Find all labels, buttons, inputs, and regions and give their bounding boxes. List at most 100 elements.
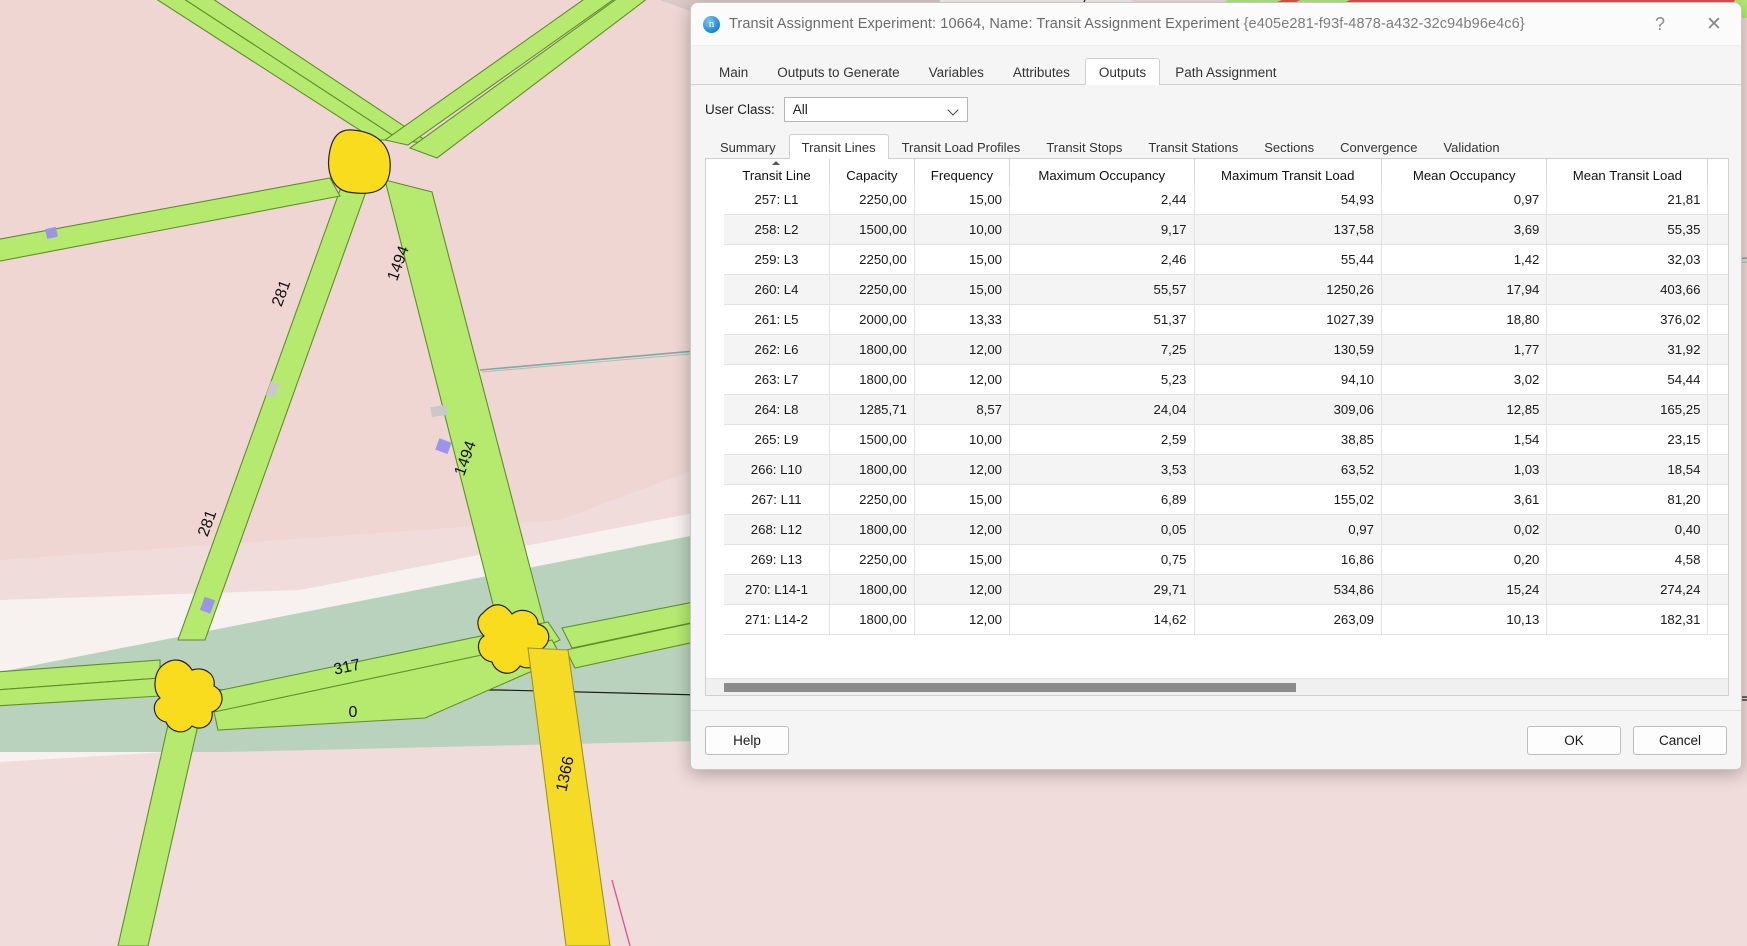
cell-maximum-transit-load: 38,85 bbox=[1194, 425, 1381, 455]
transit-lines-table-body: 257: L12250,0015,002,4454,930,9721,810,9… bbox=[724, 185, 1728, 635]
cell-capacity: 1800,00 bbox=[829, 455, 914, 485]
subtab-transit-stations[interactable]: Transit Stations bbox=[1135, 134, 1251, 159]
cell-maximum-transit-load: 130,59 bbox=[1194, 335, 1381, 365]
cell-frequency: 12,00 bbox=[914, 335, 1009, 365]
cell-capacity: 1500,00 bbox=[829, 425, 914, 455]
cell-maximum-occupancy: 55,57 bbox=[1010, 275, 1194, 305]
cell-mean-trip-distance: 1,17 bbox=[1708, 485, 1728, 515]
table-row[interactable]: 257: L12250,0015,002,4454,930,9721,810,9… bbox=[724, 185, 1728, 215]
table-row[interactable]: 265: L91500,0010,002,5938,851,5423,151,1… bbox=[724, 425, 1728, 455]
cell-mean-trip-distance: 0,97 bbox=[1708, 185, 1728, 215]
cell-frequency: 12,00 bbox=[914, 455, 1009, 485]
subtab-sections[interactable]: Sections bbox=[1251, 134, 1327, 159]
column-header-frequency[interactable]: Frequency bbox=[914, 159, 1009, 185]
subtab-transit-load-profiles[interactable]: Transit Load Profiles bbox=[889, 134, 1034, 159]
tab-path-assignment[interactable]: Path Assignment bbox=[1161, 58, 1290, 85]
cell-capacity: 2250,00 bbox=[829, 245, 914, 275]
cell-mean-occupancy: 18,80 bbox=[1381, 305, 1546, 335]
user-class-label: User Class: bbox=[705, 102, 775, 117]
table-row[interactable]: 258: L21500,0010,009,17137,583,6955,350,… bbox=[724, 215, 1728, 245]
cell-capacity: 1800,00 bbox=[829, 605, 914, 635]
cell-transit-line: 269: L13 bbox=[724, 545, 829, 575]
user-class-select[interactable]: All bbox=[784, 97, 968, 122]
cell-transit-line: 261: L5 bbox=[724, 305, 829, 335]
cell-mean-transit-load: 0,40 bbox=[1547, 515, 1708, 545]
cell-capacity: 2000,00 bbox=[829, 305, 914, 335]
table-row[interactable]: 260: L42250,0015,0055,571250,2617,94403,… bbox=[724, 275, 1728, 305]
cell-maximum-occupancy: 0,75 bbox=[1010, 545, 1194, 575]
subtab-validation[interactable]: Validation bbox=[1430, 134, 1512, 159]
tab-outputs-to-generate[interactable]: Outputs to Generate bbox=[763, 58, 913, 85]
column-header-mean-trip-distance[interactable]: Mean Trip Distance bbox=[1708, 159, 1728, 185]
transit-lines-table-container: Transit Line Capacity Frequency Maximum … bbox=[705, 159, 1729, 696]
table-row[interactable]: 262: L61800,0012,007,25130,591,7731,921,… bbox=[724, 335, 1728, 365]
tab-variables[interactable]: Variables bbox=[915, 58, 998, 85]
cell-mean-trip-distance: 1,19 bbox=[1708, 425, 1728, 455]
column-header-maximum-transit-load[interactable]: Maximum Transit Load bbox=[1194, 159, 1381, 185]
tab-main[interactable]: Main bbox=[705, 58, 762, 85]
cell-capacity: 1800,00 bbox=[829, 575, 914, 605]
cell-transit-line: 266: L10 bbox=[724, 455, 829, 485]
subtab-transit-stops[interactable]: Transit Stops bbox=[1033, 134, 1135, 159]
table-row[interactable]: 264: L81285,718,5724,04309,0612,85165,25… bbox=[724, 395, 1728, 425]
user-class-row: User Class: All bbox=[705, 97, 1729, 122]
tab-attributes[interactable]: Attributes bbox=[999, 58, 1084, 85]
table-row[interactable]: 271: L14-21800,0012,0014,62263,0910,1318… bbox=[724, 605, 1728, 635]
subtab-transit-lines[interactable]: Transit Lines bbox=[789, 134, 889, 159]
column-header-maximum-occupancy[interactable]: Maximum Occupancy bbox=[1010, 159, 1194, 185]
cell-mean-trip-distance: 1,60 bbox=[1708, 605, 1728, 635]
cell-transit-line: 265: L9 bbox=[724, 425, 829, 455]
subtab-convergence[interactable]: Convergence bbox=[1327, 134, 1430, 159]
cell-maximum-transit-load: 63,52 bbox=[1194, 455, 1381, 485]
horizontal-scrollbar-thumb[interactable] bbox=[724, 683, 1296, 692]
cell-frequency: 15,00 bbox=[914, 485, 1009, 515]
column-header-capacity[interactable]: Capacity bbox=[829, 159, 914, 185]
table-row[interactable]: 267: L112250,0015,006,89155,023,6181,201… bbox=[724, 485, 1728, 515]
table-row[interactable]: 259: L32250,0015,002,4655,441,4232,032,1… bbox=[724, 245, 1728, 275]
dialog-title: Transit Assignment Experiment: 10664, Na… bbox=[729, 16, 1633, 32]
table-row[interactable]: 263: L71800,0012,005,2394,103,0254,440,8… bbox=[724, 365, 1728, 395]
subtab-summary[interactable]: Summary bbox=[707, 134, 789, 159]
table-row[interactable]: 266: L101800,0012,003,5363,521,0318,541,… bbox=[724, 455, 1728, 485]
dialog-titlebar[interactable]: n Transit Assignment Experiment: 10664, … bbox=[691, 3, 1741, 46]
column-header-mean-occupancy[interactable]: Mean Occupancy bbox=[1381, 159, 1546, 185]
column-header-mean-transit-load[interactable]: Mean Transit Load bbox=[1547, 159, 1708, 185]
ok-button[interactable]: OK bbox=[1527, 726, 1621, 755]
cell-maximum-occupancy: 7,25 bbox=[1010, 335, 1194, 365]
outputs-panel: User Class: All Summary Transit Lines Tr… bbox=[691, 85, 1741, 710]
cell-mean-transit-load: 31,92 bbox=[1547, 335, 1708, 365]
horizontal-scrollbar[interactable] bbox=[706, 678, 1728, 695]
table-row[interactable]: 270: L14-11800,0012,0029,71534,8615,2427… bbox=[724, 575, 1728, 605]
cell-mean-trip-distance: 0,85 bbox=[1708, 215, 1728, 245]
table-row[interactable]: 261: L52000,0013,3351,371027,3918,80376,… bbox=[724, 305, 1728, 335]
outputs-sub-tab-bar: Summary Transit Lines Transit Load Profi… bbox=[705, 131, 1729, 159]
cell-mean-transit-load: 4,58 bbox=[1547, 545, 1708, 575]
transit-lines-table-scroll[interactable]: Transit Line Capacity Frequency Maximum … bbox=[706, 159, 1728, 678]
cancel-button[interactable]: Cancel bbox=[1633, 726, 1727, 755]
table-row[interactable]: 268: L121800,0012,000,050,970,020,401,13… bbox=[724, 515, 1728, 545]
cell-maximum-transit-load: 1250,26 bbox=[1194, 275, 1381, 305]
cell-transit-line: 270: L14-1 bbox=[724, 575, 829, 605]
cell-maximum-occupancy: 24,04 bbox=[1010, 395, 1194, 425]
cell-mean-transit-load: 23,15 bbox=[1547, 425, 1708, 455]
cell-mean-occupancy: 3,61 bbox=[1381, 485, 1546, 515]
dialog-title-guid: {e405e281-f93f-4878-a432-32c94b96e4c6} bbox=[1244, 16, 1525, 32]
help-button[interactable]: Help bbox=[705, 726, 789, 755]
cell-capacity: 1500,00 bbox=[829, 215, 914, 245]
cell-mean-transit-load: 165,25 bbox=[1547, 395, 1708, 425]
table-row[interactable]: 269: L132250,0015,000,7516,860,204,580,8… bbox=[724, 545, 1728, 575]
help-icon[interactable]: ? bbox=[1633, 3, 1687, 45]
column-header-transit-line[interactable]: Transit Line bbox=[724, 159, 829, 185]
cell-maximum-occupancy: 6,89 bbox=[1010, 485, 1194, 515]
cell-mean-trip-distance: 1,20 bbox=[1708, 335, 1728, 365]
cell-mean-trip-distance: 1,33 bbox=[1708, 305, 1728, 335]
cell-mean-transit-load: 274,24 bbox=[1547, 575, 1708, 605]
cell-mean-transit-load: 32,03 bbox=[1547, 245, 1708, 275]
cell-capacity: 1285,71 bbox=[829, 395, 914, 425]
close-icon[interactable]: ✕ bbox=[1687, 3, 1741, 45]
tab-outputs[interactable]: Outputs bbox=[1085, 58, 1160, 85]
cell-transit-line: 264: L8 bbox=[724, 395, 829, 425]
cell-maximum-occupancy: 2,44 bbox=[1010, 185, 1194, 215]
cell-maximum-occupancy: 5,23 bbox=[1010, 365, 1194, 395]
cell-frequency: 12,00 bbox=[914, 365, 1009, 395]
